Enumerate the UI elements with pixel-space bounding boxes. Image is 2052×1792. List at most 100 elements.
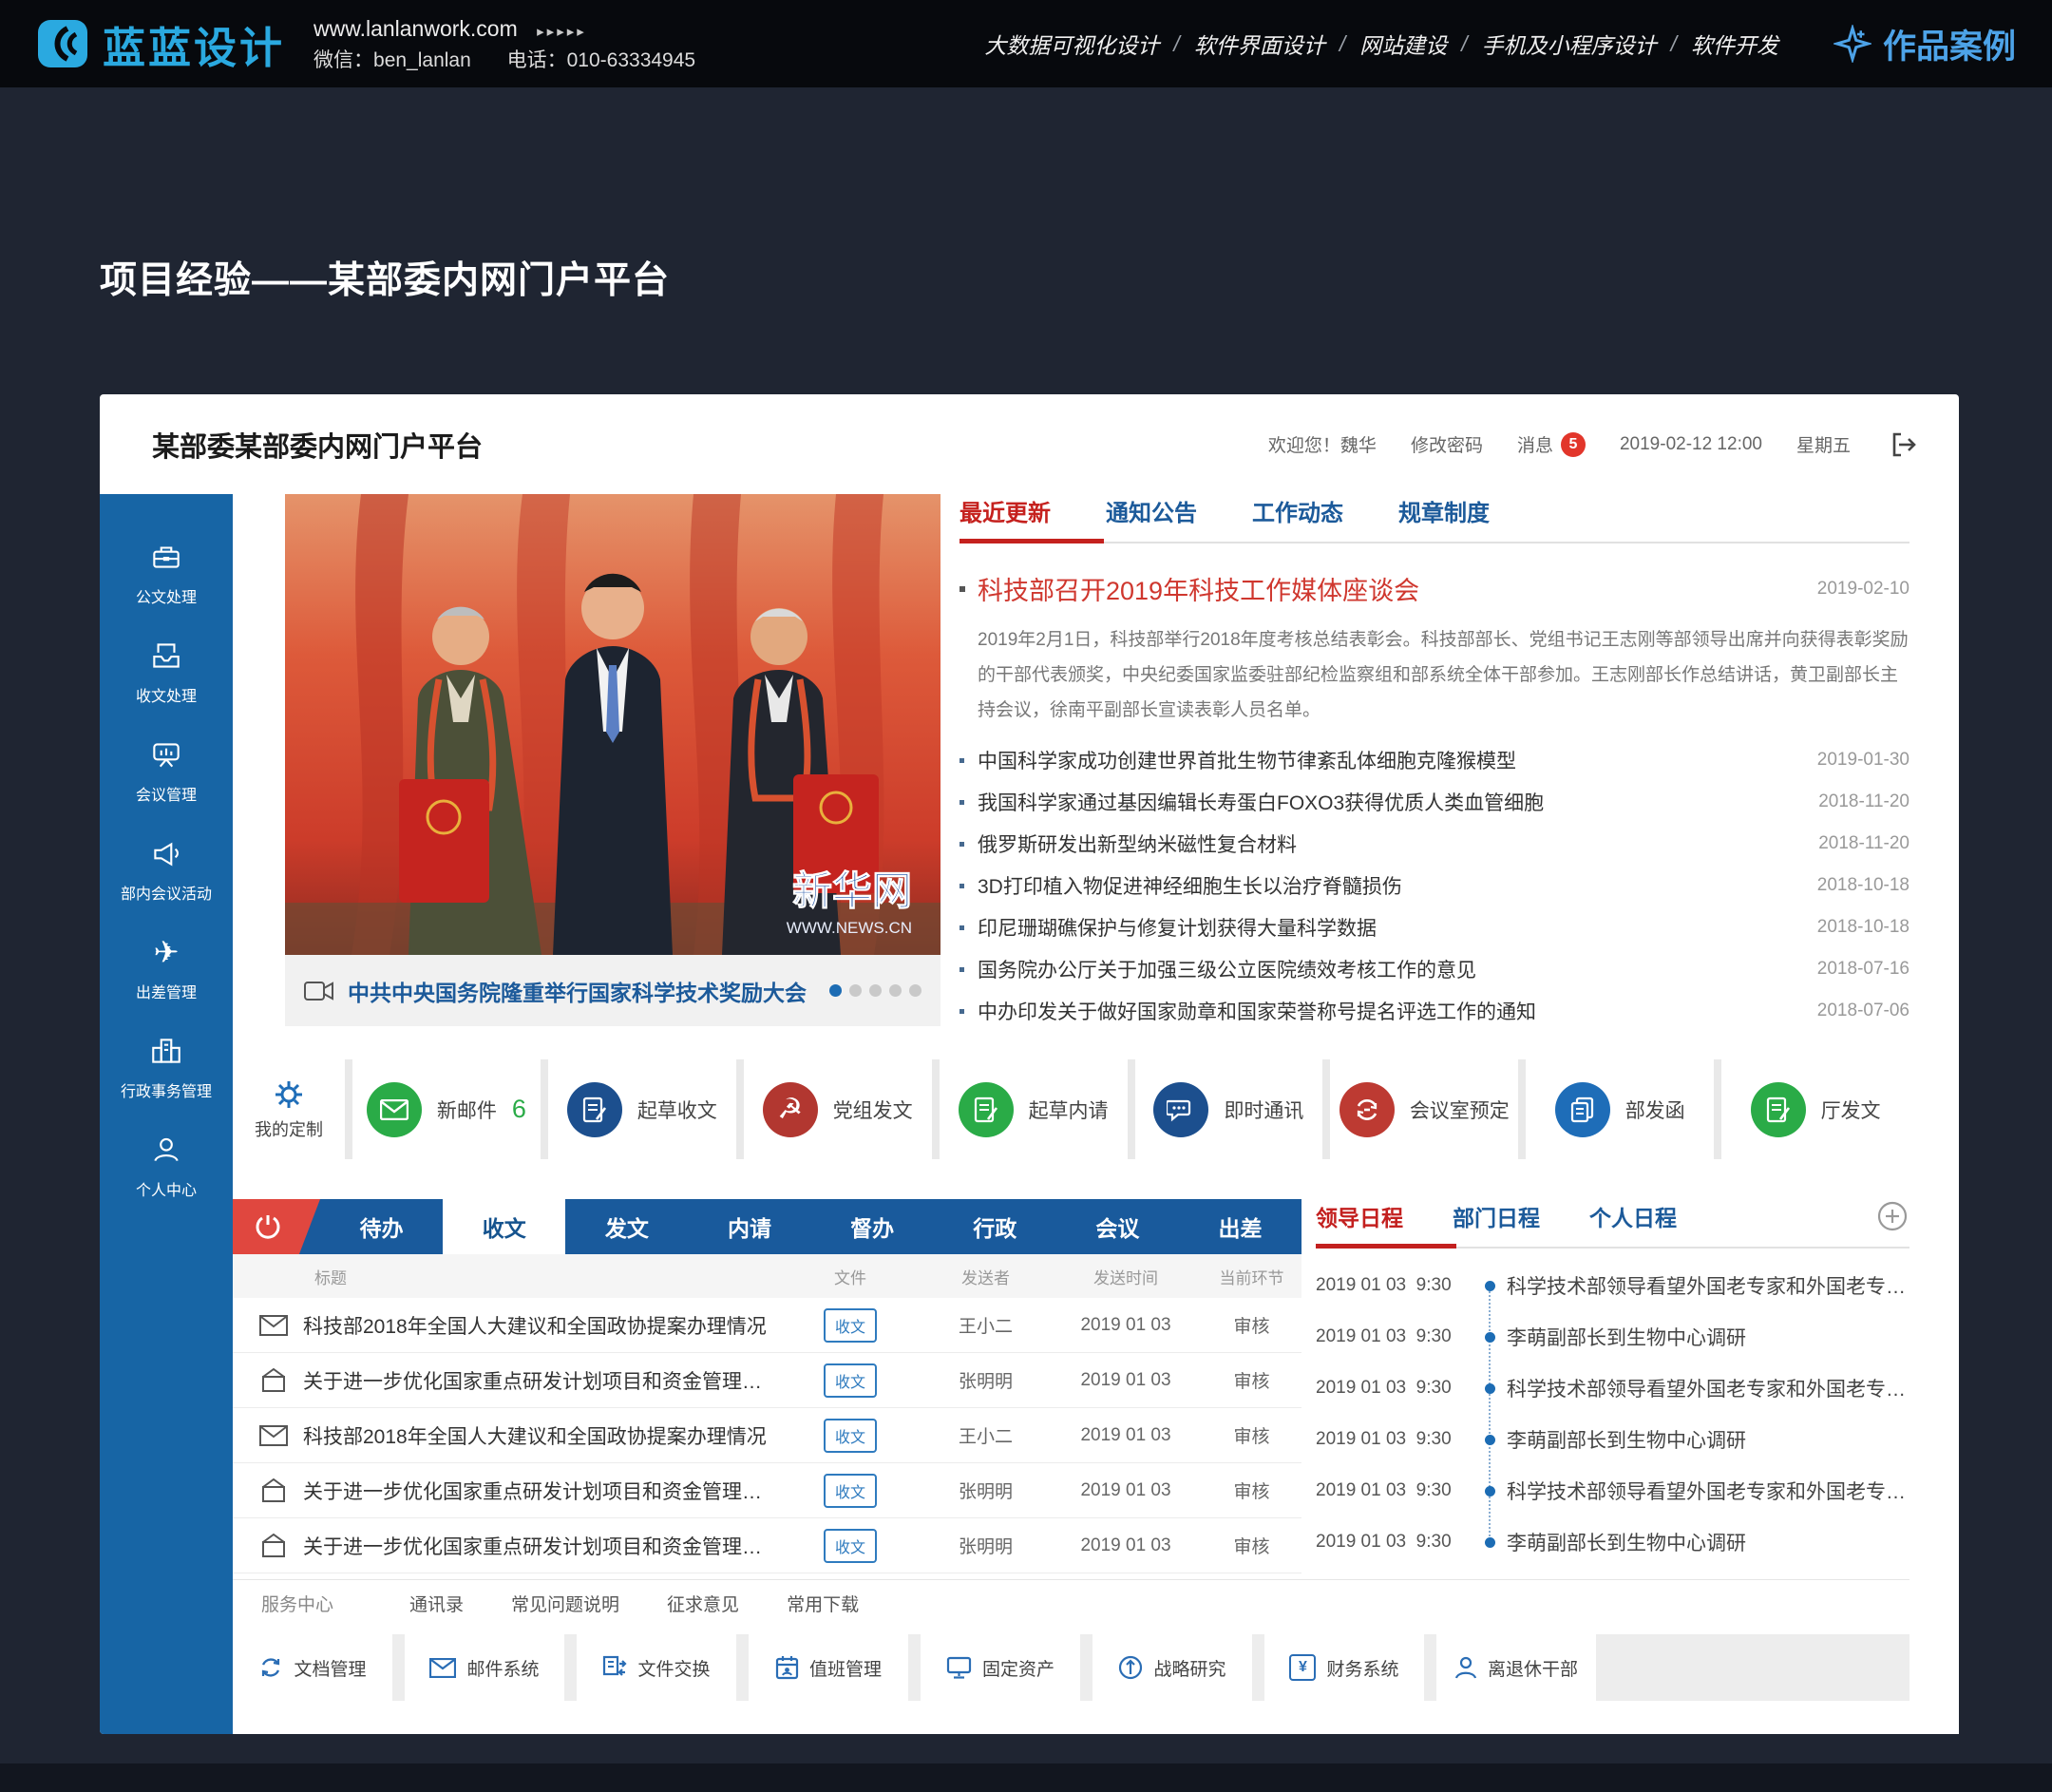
task-tab-receive[interactable]: 收文 (443, 1199, 565, 1254)
link-downloads[interactable]: 常用下载 (787, 1591, 859, 1616)
carousel-dot[interactable] (889, 984, 902, 997)
task-tab-dispatch[interactable]: 发文 (565, 1199, 688, 1254)
task-row[interactable]: 关于进一步优化国家重点研发计划项目和资金管理的通知 收文 张明明 2019 01… (233, 1353, 1302, 1408)
task-title[interactable]: 科技部2018年全国人大建议和全国政协提案办理情况 (303, 1311, 767, 1340)
sidebar-item-xingzheng[interactable]: 行政事务管理 (121, 1032, 212, 1101)
quick-action-ministry-letter[interactable]: 部发函 (1526, 1059, 1714, 1159)
tab-recent-updates[interactable]: 最近更新 (960, 494, 1051, 527)
task-tab-travel[interactable]: 出差 (1179, 1199, 1302, 1254)
quick-action-new-mail[interactable]: 新邮件 6 (352, 1059, 541, 1159)
task-row[interactable]: 关于进一步优化国家重点研发计划项目和资金管理的通知 收文 张明明 2019 01… (233, 1463, 1302, 1518)
link-feedback[interactable]: 征求意见 (667, 1591, 739, 1616)
nav-item-dev[interactable]: 软件开发 (1691, 28, 1778, 60)
portfolio-link[interactable]: 作品案例 (1834, 20, 2016, 68)
quick-action-im[interactable]: 即时通讯 (1135, 1059, 1323, 1159)
nav-item-website[interactable]: 网站建设 (1359, 28, 1447, 60)
nav-item-software-ui[interactable]: 软件界面设计 (1194, 28, 1325, 60)
news-item-title[interactable]: 国务院办公厅关于加强三级公立医院绩效考核工作的意见 (978, 955, 1476, 983)
app-retired-cadres[interactable]: 离退休干部 (1436, 1634, 1596, 1701)
schedule-text[interactable]: 李萌副部长到生物中心调研 (1507, 1528, 1910, 1556)
sidebar-item-geren[interactable]: 个人中心 (136, 1131, 197, 1200)
schedule-item[interactable]: 2019 01 03 9:30 科学技术部领导看望外国老专家和外国老专家家属 (1316, 1363, 1910, 1414)
app-file-exchange[interactable]: 文件交换 (577, 1634, 736, 1701)
task-row[interactable]: 科技部2018年全国人大建议和全国政协提案办理情况 收文 王小二 2019 01… (233, 1408, 1302, 1463)
featured-news-title[interactable]: 科技部召开2019年科技工作媒体座谈会 (978, 570, 1419, 607)
news-list-item[interactable]: 3D打印植入物促进神经细胞生长以治疗脊髓损伤 2018-10-18 (960, 865, 1910, 906)
schedule-text[interactable]: 科学技术部领导看望外国老专家和外国老专家家属 (1507, 1477, 1910, 1505)
app-strategy-research[interactable]: 战略研究 (1092, 1634, 1252, 1701)
task-title[interactable]: 关于进一步优化国家重点研发计划项目和资金管理的通知 (303, 1477, 779, 1505)
task-tab-meeting[interactable]: 会议 (1056, 1199, 1179, 1254)
news-list-item[interactable]: 俄罗斯研发出新型纳米磁性复合材料 2018-11-20 (960, 823, 1910, 865)
news-item-title[interactable]: 印尼珊瑚礁保护与修复计划获得大量科学数据 (978, 913, 1377, 942)
news-item-title[interactable]: 我国科学家通过基因编辑长寿蛋白FOXO3获得优质人类血管细胞 (978, 788, 1544, 816)
task-sender: 张明明 (922, 1367, 1050, 1393)
sidebar-item-huiyi[interactable]: 会议管理 (136, 735, 197, 805)
app-doc-management[interactable]: 文档管理 (233, 1634, 392, 1701)
site-url[interactable]: www.lanlanwork.com (314, 16, 518, 41)
add-schedule-icon[interactable] (1875, 1199, 1910, 1233)
app-shortcuts: 文档管理 邮件系统 文件交换 (233, 1634, 1910, 1701)
tab-personal-schedule[interactable]: 个人日程 (1589, 1200, 1677, 1232)
schedule-text[interactable]: 科学技术部领导看望外国老专家和外国老专家家属 (1507, 1374, 1910, 1402)
schedule-text[interactable]: 李萌副部长到生物中心调研 (1507, 1323, 1910, 1351)
task-tab-internal[interactable]: 内请 (688, 1199, 810, 1254)
news-list-item[interactable]: 我国科学家通过基因编辑长寿蛋白FOXO3获得优质人类血管细胞 2018-11-2… (960, 781, 1910, 823)
news-list-item[interactable]: 中办印发关于做好国家勋章和国家荣誉称号提名评选工作的通知 2018-07-06 (960, 990, 1910, 1032)
sidebar-item-gongwen[interactable]: 公文处理 (136, 538, 197, 607)
task-tab-supervise[interactable]: 督办 (811, 1199, 934, 1254)
carousel-caption-text[interactable]: 中共中央国务院隆重举行国家科学技术奖励大会 (348, 975, 816, 1007)
schedule-item[interactable]: 2019 01 03 9:30 李萌副部长到生物中心调研 (1316, 1516, 1910, 1568)
quick-action-customize[interactable]: 我的定制 (233, 1059, 345, 1159)
tab-notices[interactable]: 通知公告 (1106, 494, 1197, 527)
quick-action-meeting-room[interactable]: 会议室预定 (1330, 1059, 1518, 1159)
carousel-dot[interactable] (909, 984, 922, 997)
change-password-link[interactable]: 修改密码 (1411, 431, 1483, 457)
task-tab-admin[interactable]: 行政 (934, 1199, 1056, 1254)
schedule-item[interactable]: 2019 01 03 9:30 科学技术部领导看望外国老专家和外国老专家家属 (1316, 1465, 1910, 1516)
app-finance-system[interactable]: ¥ 财务系统 (1264, 1634, 1424, 1701)
quick-action-party-dispatch[interactable]: ☭ 党组发文 (744, 1059, 932, 1159)
task-row[interactable]: 关于进一步优化国家重点研发计划项目和资金管理的通知 收文 张明明 2019 01… (233, 1518, 1302, 1573)
quick-action-office-dispatch[interactable]: 厅发文 (1721, 1059, 1910, 1159)
schedule-item[interactable]: 2019 01 03 9:30 科学技术部领导看望外国老专家和外国老专家家属 (1316, 1260, 1910, 1311)
app-mail-system[interactable]: 邮件系统 (405, 1634, 564, 1701)
messages-link[interactable]: 消息 5 (1517, 431, 1586, 457)
tab-work-trends[interactable]: 工作动态 (1252, 494, 1343, 527)
carousel-dot[interactable] (849, 984, 862, 997)
news-item-title[interactable]: 中办印发关于做好国家勋章和国家荣誉称号提名评选工作的通知 (978, 997, 1536, 1025)
news-item-title[interactable]: 3D打印植入物促进神经细胞生长以治疗脊髓损伤 (978, 871, 1402, 900)
news-item-title[interactable]: 俄罗斯研发出新型纳米磁性复合材料 (978, 829, 1297, 858)
carousel-dot[interactable] (869, 984, 882, 997)
carousel-photo[interactable]: 新华网 WWW.NEWS.CN (285, 494, 940, 955)
news-item-title[interactable]: 中国科学家成功创建世界首批生物节律紊乱体细胞克隆猴模型 (978, 746, 1516, 774)
news-list-item[interactable]: 中国科学家成功创建世界首批生物节律紊乱体细胞克隆猴模型 2019-01-30 (960, 739, 1910, 781)
logout-icon[interactable] (1889, 429, 1919, 460)
task-tab-todo[interactable]: 待办 (320, 1199, 443, 1254)
task-row[interactable]: 科技部2018年全国人大建议和全国政协提案办理情况 收文 王小二 2019 01… (233, 1298, 1302, 1353)
task-title[interactable]: 关于进一步优化国家重点研发计划项目和资金管理的通知 (303, 1532, 779, 1560)
task-title[interactable]: 科技部2018年全国人大建议和全国政协提案办理情况 (303, 1421, 767, 1450)
schedule-item[interactable]: 2019 01 03 9:30 李萌副部长到生物中心调研 (1316, 1414, 1910, 1465)
link-contacts[interactable]: 通讯录 (409, 1591, 464, 1616)
carousel-dot[interactable] (829, 984, 842, 997)
tab-rules[interactable]: 规章制度 (1398, 494, 1490, 527)
quick-action-draft-internal[interactable]: 起草内请 (940, 1059, 1128, 1159)
news-list-item[interactable]: 国务院办公厅关于加强三级公立医院绩效考核工作的意见 2018-07-16 (960, 948, 1910, 990)
task-title[interactable]: 关于进一步优化国家重点研发计划项目和资金管理的通知 (303, 1366, 779, 1395)
schedule-text[interactable]: 科学技术部领导看望外国老专家和外国老专家家属 (1507, 1271, 1910, 1300)
sidebar-item-shouwen[interactable]: 收文处理 (136, 637, 197, 706)
sidebar-item-chuchai[interactable]: ✈ 出差管理 (136, 933, 197, 1002)
schedule-text[interactable]: 李萌副部长到生物中心调研 (1507, 1425, 1910, 1454)
tab-leader-schedule[interactable]: 领导日程 (1316, 1200, 1403, 1232)
link-faq[interactable]: 常见问题说明 (511, 1591, 619, 1616)
quick-action-draft-receive[interactable]: 起草收文 (548, 1059, 736, 1159)
schedule-item[interactable]: 2019 01 03 9:30 李萌副部长到生物中心调研 (1316, 1311, 1910, 1363)
tab-dept-schedule[interactable]: 部门日程 (1453, 1200, 1540, 1232)
sidebar-item-bunei-huiyi[interactable]: 部内会议活动 (121, 834, 212, 904)
app-duty-management[interactable]: 值班管理 (749, 1634, 908, 1701)
app-fixed-assets[interactable]: 固定资产 (921, 1634, 1080, 1701)
news-list-item[interactable]: 印尼珊瑚礁保护与修复计划获得大量科学数据 2018-10-18 (960, 906, 1910, 948)
nav-item-mobile[interactable]: 手机及小程序设计 (1482, 28, 1657, 60)
nav-item-bigdata[interactable]: 大数据可视化设计 (984, 28, 1159, 60)
